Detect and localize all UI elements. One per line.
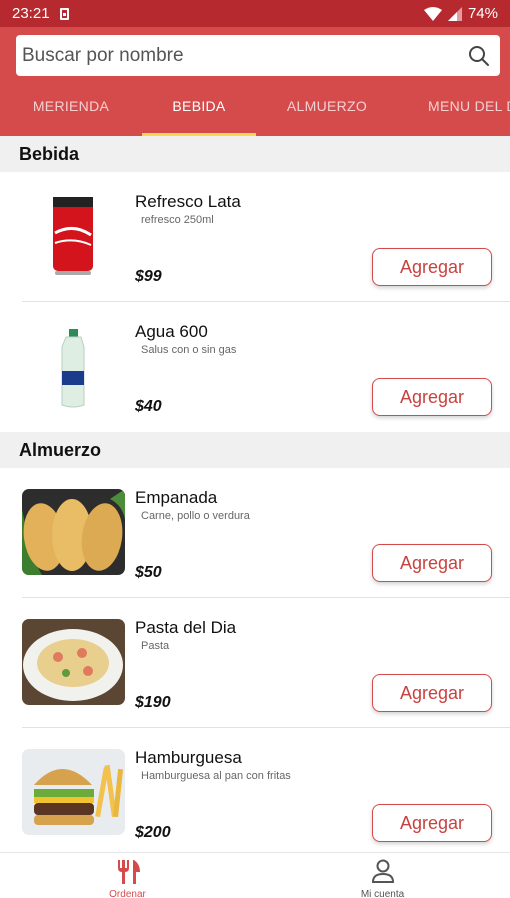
- item-name: Agua 600: [135, 322, 208, 341]
- add-button[interactable]: Agregar: [372, 674, 492, 712]
- wifi-icon: [423, 6, 442, 21]
- bottom-navigation: Ordenar Mi cuenta: [0, 852, 510, 898]
- item-description: Pasta: [141, 640, 170, 652]
- tab-menu-del-dia[interactable]: MENU DEL D: [398, 84, 510, 136]
- add-button[interactable]: Agregar: [372, 248, 492, 286]
- status-time: 23:21: [12, 5, 50, 22]
- list-item: Pasta del Dia Pasta $190 Agregar: [0, 598, 510, 728]
- section-header-almuerzo: Almuerzo: [0, 432, 510, 468]
- section-header-bebida: Bebida: [0, 136, 510, 172]
- coca-cola-can-image: [22, 193, 125, 279]
- item-name: Empanada: [135, 488, 218, 507]
- status-bar: 23:21 74%: [0, 0, 510, 27]
- burger-fries-image: [22, 749, 125, 835]
- status-icons: 74%: [423, 5, 498, 22]
- app-header: MERIENDA BEBIDA ALMUERZO MENU DEL D: [0, 27, 510, 136]
- item-description: Carne, pollo o verdura: [141, 510, 250, 522]
- nav-cuenta-label: Mi cuenta: [360, 889, 405, 898]
- signal-icon: [447, 6, 462, 21]
- battery-level: 74%: [467, 5, 498, 22]
- item-price: $190: [135, 694, 171, 711]
- item-name: Hamburguesa: [135, 748, 242, 767]
- list-item: Refresco Lata refresco 250ml $99 Agregar: [0, 172, 510, 302]
- nav-mi-cuenta[interactable]: Mi cuenta: [255, 853, 510, 898]
- add-button[interactable]: Agregar: [372, 804, 492, 842]
- empanadas-image: [22, 489, 125, 575]
- pasta-dish-image: [22, 619, 125, 705]
- add-button[interactable]: Agregar: [372, 378, 492, 416]
- search-input[interactable]: [22, 44, 468, 67]
- user-icon: [371, 859, 394, 883]
- search-icon[interactable]: [468, 45, 490, 67]
- list-item: Hamburguesa Hamburguesa al pan con frita…: [0, 728, 510, 852]
- item-price: $40: [135, 398, 162, 415]
- item-description: Salus con o sin gas: [141, 344, 237, 356]
- item-description: Hamburguesa al pan con fritas: [141, 770, 291, 782]
- item-price: $99: [135, 268, 162, 285]
- search-bar: [16, 35, 500, 76]
- category-tabs: MERIENDA BEBIDA ALMUERZO MENU DEL D: [0, 84, 510, 136]
- list-item: Agua 600 Salus con o sin gas $40 Agregar: [0, 302, 510, 432]
- add-button[interactable]: Agregar: [372, 544, 492, 582]
- item-name: Refresco Lata: [135, 192, 241, 211]
- item-price: $50: [135, 564, 162, 581]
- water-bottle-image: [22, 323, 125, 409]
- tab-merienda[interactable]: MERIENDA: [0, 84, 142, 136]
- tab-bebida[interactable]: BEBIDA: [142, 84, 256, 136]
- item-name: Pasta del Dia: [135, 618, 237, 637]
- item-price: $200: [135, 824, 171, 841]
- nav-ordenar[interactable]: Ordenar: [0, 853, 255, 898]
- tab-almuerzo[interactable]: ALMUERZO: [256, 84, 398, 136]
- item-description: refresco 250ml: [141, 214, 214, 226]
- menu-list: Bebida Refresco Lata refresco 250ml $99 …: [0, 136, 510, 852]
- fork-knife-icon: [117, 860, 140, 884]
- list-item: Empanada Carne, pollo o verdura $50 Agre…: [0, 468, 510, 598]
- sim-card-icon: [59, 7, 69, 20]
- nav-ordenar-label: Ordenar: [109, 889, 146, 898]
